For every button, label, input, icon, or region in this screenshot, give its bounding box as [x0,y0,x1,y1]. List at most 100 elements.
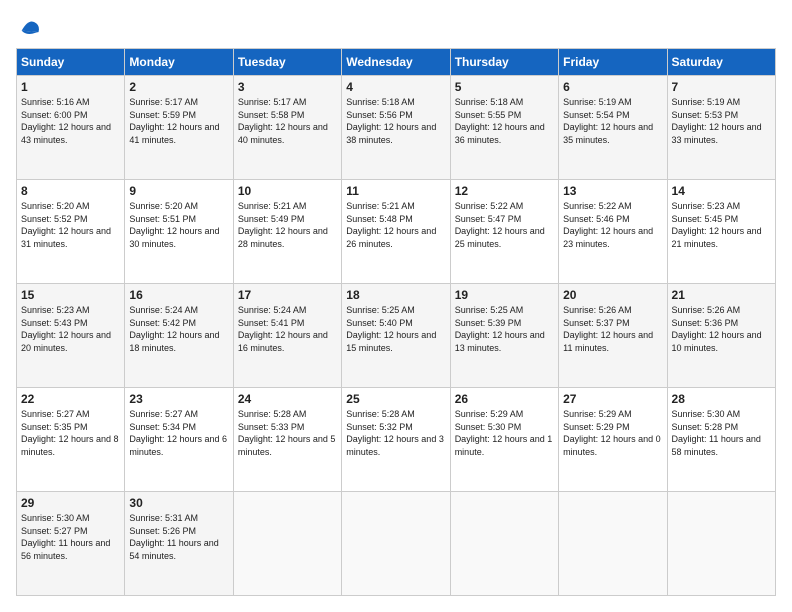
day-info: Sunrise: 5:25 AM Sunset: 5:40 PM Dayligh… [346,304,445,354]
day-info: Sunrise: 5:23 AM Sunset: 5:43 PM Dayligh… [21,304,120,354]
day-number: 26 [455,392,554,406]
calendar-cell [559,492,667,596]
calendar-cell [233,492,341,596]
day-number: 28 [672,392,771,406]
calendar-cell: 15 Sunrise: 5:23 AM Sunset: 5:43 PM Dayl… [17,284,125,388]
calendar-table: SundayMondayTuesdayWednesdayThursdayFrid… [16,48,776,596]
calendar-cell: 23 Sunrise: 5:27 AM Sunset: 5:34 PM Dayl… [125,388,233,492]
calendar-cell: 3 Sunrise: 5:17 AM Sunset: 5:58 PM Dayli… [233,76,341,180]
calendar-cell: 16 Sunrise: 5:24 AM Sunset: 5:42 PM Dayl… [125,284,233,388]
day-number: 3 [238,80,337,94]
day-info: Sunrise: 5:25 AM Sunset: 5:39 PM Dayligh… [455,304,554,354]
day-info: Sunrise: 5:17 AM Sunset: 5:58 PM Dayligh… [238,96,337,146]
day-info: Sunrise: 5:18 AM Sunset: 5:56 PM Dayligh… [346,96,445,146]
day-number: 14 [672,184,771,198]
calendar-cell: 18 Sunrise: 5:25 AM Sunset: 5:40 PM Dayl… [342,284,450,388]
calendar-cell: 1 Sunrise: 5:16 AM Sunset: 6:00 PM Dayli… [17,76,125,180]
day-number: 22 [21,392,120,406]
day-info: Sunrise: 5:27 AM Sunset: 5:34 PM Dayligh… [129,408,228,458]
day-number: 10 [238,184,337,198]
calendar-cell: 27 Sunrise: 5:29 AM Sunset: 5:29 PM Dayl… [559,388,667,492]
logo-icon [18,16,40,38]
calendar-cell: 2 Sunrise: 5:17 AM Sunset: 5:59 PM Dayli… [125,76,233,180]
calendar-cell: 19 Sunrise: 5:25 AM Sunset: 5:39 PM Dayl… [450,284,558,388]
weekday-header: Wednesday [342,49,450,76]
day-info: Sunrise: 5:28 AM Sunset: 5:32 PM Dayligh… [346,408,445,458]
day-number: 25 [346,392,445,406]
day-info: Sunrise: 5:24 AM Sunset: 5:41 PM Dayligh… [238,304,337,354]
day-number: 8 [21,184,120,198]
calendar-cell: 14 Sunrise: 5:23 AM Sunset: 5:45 PM Dayl… [667,180,775,284]
weekday-header: Monday [125,49,233,76]
weekday-header: Thursday [450,49,558,76]
logo [16,16,40,38]
calendar-cell: 10 Sunrise: 5:21 AM Sunset: 5:49 PM Dayl… [233,180,341,284]
day-info: Sunrise: 5:30 AM Sunset: 5:28 PM Dayligh… [672,408,771,458]
day-number: 29 [21,496,120,510]
day-number: 1 [21,80,120,94]
day-number: 13 [563,184,662,198]
weekday-header: Saturday [667,49,775,76]
day-info: Sunrise: 5:31 AM Sunset: 5:26 PM Dayligh… [129,512,228,562]
day-info: Sunrise: 5:30 AM Sunset: 5:27 PM Dayligh… [21,512,120,562]
calendar-cell: 9 Sunrise: 5:20 AM Sunset: 5:51 PM Dayli… [125,180,233,284]
day-info: Sunrise: 5:24 AM Sunset: 5:42 PM Dayligh… [129,304,228,354]
calendar-cell: 5 Sunrise: 5:18 AM Sunset: 5:55 PM Dayli… [450,76,558,180]
calendar-cell: 12 Sunrise: 5:22 AM Sunset: 5:47 PM Dayl… [450,180,558,284]
day-number: 27 [563,392,662,406]
calendar-week-row: 1 Sunrise: 5:16 AM Sunset: 6:00 PM Dayli… [17,76,776,180]
day-info: Sunrise: 5:17 AM Sunset: 5:59 PM Dayligh… [129,96,228,146]
calendar-cell: 17 Sunrise: 5:24 AM Sunset: 5:41 PM Dayl… [233,284,341,388]
day-info: Sunrise: 5:27 AM Sunset: 5:35 PM Dayligh… [21,408,120,458]
day-number: 16 [129,288,228,302]
calendar-cell: 29 Sunrise: 5:30 AM Sunset: 5:27 PM Dayl… [17,492,125,596]
calendar-cell: 22 Sunrise: 5:27 AM Sunset: 5:35 PM Dayl… [17,388,125,492]
day-info: Sunrise: 5:26 AM Sunset: 5:37 PM Dayligh… [563,304,662,354]
day-info: Sunrise: 5:21 AM Sunset: 5:48 PM Dayligh… [346,200,445,250]
calendar-cell: 26 Sunrise: 5:29 AM Sunset: 5:30 PM Dayl… [450,388,558,492]
calendar-cell: 4 Sunrise: 5:18 AM Sunset: 5:56 PM Dayli… [342,76,450,180]
day-info: Sunrise: 5:18 AM Sunset: 5:55 PM Dayligh… [455,96,554,146]
day-number: 20 [563,288,662,302]
day-number: 4 [346,80,445,94]
day-number: 7 [672,80,771,94]
calendar-cell: 6 Sunrise: 5:19 AM Sunset: 5:54 PM Dayli… [559,76,667,180]
page: SundayMondayTuesdayWednesdayThursdayFrid… [0,0,792,612]
calendar-week-row: 22 Sunrise: 5:27 AM Sunset: 5:35 PM Dayl… [17,388,776,492]
day-number: 15 [21,288,120,302]
calendar-cell: 24 Sunrise: 5:28 AM Sunset: 5:33 PM Dayl… [233,388,341,492]
day-info: Sunrise: 5:20 AM Sunset: 5:52 PM Dayligh… [21,200,120,250]
day-info: Sunrise: 5:22 AM Sunset: 5:47 PM Dayligh… [455,200,554,250]
calendar-cell [667,492,775,596]
weekday-header: Tuesday [233,49,341,76]
calendar-cell: 20 Sunrise: 5:26 AM Sunset: 5:37 PM Dayl… [559,284,667,388]
calendar-cell: 28 Sunrise: 5:30 AM Sunset: 5:28 PM Dayl… [667,388,775,492]
calendar-header-row: SundayMondayTuesdayWednesdayThursdayFrid… [17,49,776,76]
day-number: 21 [672,288,771,302]
day-number: 11 [346,184,445,198]
calendar-week-row: 15 Sunrise: 5:23 AM Sunset: 5:43 PM Dayl… [17,284,776,388]
calendar-cell: 30 Sunrise: 5:31 AM Sunset: 5:26 PM Dayl… [125,492,233,596]
calendar-cell: 11 Sunrise: 5:21 AM Sunset: 5:48 PM Dayl… [342,180,450,284]
day-number: 2 [129,80,228,94]
day-number: 12 [455,184,554,198]
day-number: 23 [129,392,228,406]
day-number: 30 [129,496,228,510]
calendar-cell: 7 Sunrise: 5:19 AM Sunset: 5:53 PM Dayli… [667,76,775,180]
weekday-header: Friday [559,49,667,76]
day-info: Sunrise: 5:20 AM Sunset: 5:51 PM Dayligh… [129,200,228,250]
day-number: 5 [455,80,554,94]
calendar-cell: 25 Sunrise: 5:28 AM Sunset: 5:32 PM Dayl… [342,388,450,492]
day-number: 17 [238,288,337,302]
day-info: Sunrise: 5:29 AM Sunset: 5:29 PM Dayligh… [563,408,662,458]
calendar-cell: 8 Sunrise: 5:20 AM Sunset: 5:52 PM Dayli… [17,180,125,284]
day-info: Sunrise: 5:16 AM Sunset: 6:00 PM Dayligh… [21,96,120,146]
day-info: Sunrise: 5:23 AM Sunset: 5:45 PM Dayligh… [672,200,771,250]
day-info: Sunrise: 5:19 AM Sunset: 5:53 PM Dayligh… [672,96,771,146]
calendar-cell [342,492,450,596]
calendar-week-row: 29 Sunrise: 5:30 AM Sunset: 5:27 PM Dayl… [17,492,776,596]
weekday-header: Sunday [17,49,125,76]
day-number: 19 [455,288,554,302]
day-number: 18 [346,288,445,302]
day-info: Sunrise: 5:21 AM Sunset: 5:49 PM Dayligh… [238,200,337,250]
